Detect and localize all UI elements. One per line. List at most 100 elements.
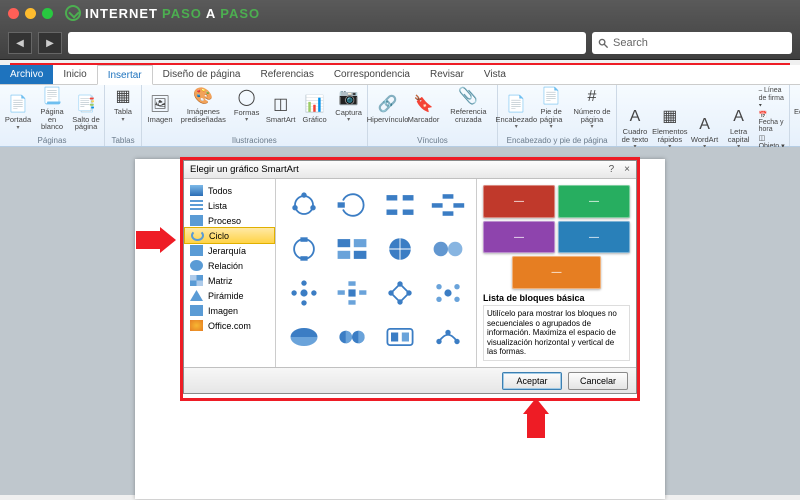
office-icon — [190, 320, 203, 331]
btn-letra-capital[interactable]: ALetra capital▾ — [725, 107, 753, 150]
layout-thumb[interactable] — [378, 273, 422, 313]
cat-ciclo[interactable]: Ciclo — [184, 227, 275, 244]
cat-proceso[interactable]: Proceso — [184, 213, 275, 228]
document-area: Elegir un gráfico SmartArt ? × Todos Lis… — [0, 147, 800, 495]
layout-thumb[interactable] — [282, 229, 326, 269]
group-label: Ilustraciones — [232, 135, 277, 145]
cat-piramide[interactable]: Pirámide — [184, 288, 275, 303]
layout-thumb[interactable] — [330, 229, 374, 269]
layout-thumb[interactable] — [330, 317, 374, 357]
traffic-light-close[interactable] — [8, 8, 19, 19]
layout-thumb[interactable] — [330, 273, 374, 313]
btn-cuadro-texto[interactable]: ACuadro de texto▾ — [621, 107, 649, 150]
group-paginas: 📄Portada▾ 📃Página en blanco 📑Salto de pá… — [0, 85, 105, 146]
btn-linea-firma[interactable]: ⎯ Línea de firma ▾ — [759, 87, 785, 110]
accept-button[interactable]: Aceptar — [502, 372, 562, 390]
preview-block: — — [558, 221, 630, 254]
preview-block: — — [483, 221, 555, 254]
btn-tabla[interactable]: ▦Tabla▾ — [109, 87, 137, 123]
cat-relacion[interactable]: Relación — [184, 258, 275, 273]
btn-pagina-blanco[interactable]: 📃Página en blanco — [38, 87, 66, 131]
layout-thumb[interactable] — [426, 273, 470, 313]
preview-graphic: — — — — — — [483, 185, 630, 289]
tab-vista[interactable]: Vista — [474, 65, 516, 84]
preview-block: — — [512, 256, 600, 289]
cat-lista[interactable]: Lista — [184, 198, 275, 213]
btn-grafico[interactable]: 📊Gráfico — [301, 95, 329, 124]
shapes-icon: ◯ — [237, 88, 257, 108]
annotation-arrow-left — [136, 227, 176, 253]
bookmark-icon: 🔖 — [414, 95, 434, 115]
hierarchy-icon — [190, 245, 203, 256]
btn-imagenes-pre[interactable]: 🎨Imágenes prediseñadas — [180, 87, 227, 123]
layout-thumb[interactable] — [330, 185, 374, 225]
btn-smartart[interactable]: ◫SmartArt — [267, 95, 295, 124]
picture-icon — [190, 305, 203, 316]
layout-thumb[interactable] — [426, 185, 470, 225]
search-placeholder: Search — [613, 37, 648, 49]
tab-diseno[interactable]: Diseño de página — [153, 65, 251, 84]
smartart-icon: ◫ — [271, 95, 291, 115]
layout-thumb[interactable] — [378, 229, 422, 269]
cat-office[interactable]: Office.com — [184, 318, 275, 333]
tab-inicio[interactable]: Inicio — [53, 65, 96, 84]
layout-thumb[interactable] — [378, 185, 422, 225]
layout-thumb[interactable] — [282, 317, 326, 357]
logo-icon — [65, 5, 81, 21]
btn-pie[interactable]: 📄Pie de página▾ — [536, 87, 566, 130]
cancel-button[interactable]: Cancelar — [568, 372, 628, 390]
btn-ref-cruzada[interactable]: 📎Referencia cruzada — [444, 87, 494, 123]
btn-captura[interactable]: 📷Captura▾ — [335, 88, 363, 124]
layout-thumb[interactable] — [282, 273, 326, 313]
group-texto: ACuadro de texto▾ ▦Elementos rápidos▾ AW… — [617, 85, 790, 146]
page-break-icon: 📑 — [76, 95, 96, 115]
file-tab[interactable]: Archivo — [0, 65, 53, 84]
btn-fecha-hora[interactable]: 📅 Fecha y hora — [759, 111, 785, 133]
btn-imagen[interactable]: 🖼Imagen — [146, 95, 174, 124]
smartart-dialog: Elegir un gráfico SmartArt ? × Todos Lis… — [183, 160, 637, 394]
cover-page-icon: 📄 — [8, 95, 28, 115]
ribbon: Archivo Inicio Insertar Diseño de página… — [0, 65, 800, 147]
layout-thumb[interactable] — [378, 317, 422, 357]
btn-hipervinculo[interactable]: 🔗Hipervínculo — [372, 95, 404, 124]
tab-referencias[interactable]: Referencias — [250, 65, 323, 84]
cat-imagen[interactable]: Imagen — [184, 303, 275, 318]
layout-thumb[interactable] — [282, 185, 326, 225]
nav-forward-button[interactable]: ▶ — [38, 32, 62, 54]
dialog-close-button[interactable]: × — [624, 164, 630, 175]
crossref-icon: 📎 — [458, 87, 478, 107]
ribbon-groups: 📄Portada▾ 📃Página en blanco 📑Salto de pá… — [0, 85, 800, 147]
layout-thumb[interactable] — [426, 317, 470, 357]
search-icon — [598, 38, 609, 49]
dialog-help-button[interactable]: ? — [609, 164, 615, 175]
btn-portada[interactable]: 📄Portada▾ — [4, 95, 32, 131]
layout-thumb[interactable] — [426, 229, 470, 269]
btn-marcador[interactable]: 🔖Marcador — [410, 95, 438, 124]
traffic-light-min[interactable] — [25, 8, 36, 19]
preview-block: — — [558, 185, 630, 218]
btn-formas[interactable]: ◯Formas▾ — [233, 88, 261, 124]
tab-insertar[interactable]: Insertar — [97, 65, 153, 85]
btn-ecuacion[interactable]: πEcuación▾ — [794, 87, 800, 123]
btn-encabezado[interactable]: 📄Encabezado▾ — [502, 95, 530, 131]
address-bar[interactable] — [68, 32, 586, 54]
btn-numero[interactable]: #Número de página▾ — [572, 87, 612, 130]
tab-correspondencia[interactable]: Correspondencia — [324, 65, 420, 84]
btn-salto-pagina[interactable]: 📑Salto de página — [72, 95, 100, 131]
cat-matriz[interactable]: Matriz — [184, 273, 275, 288]
tab-revisar[interactable]: Revisar — [420, 65, 474, 84]
search-box[interactable]: Search — [592, 32, 792, 54]
btn-elementos[interactable]: ▦Elementos rápidos▾ — [655, 107, 685, 150]
nav-back-button[interactable]: ◀ — [8, 32, 32, 54]
chart-icon: 📊 — [305, 95, 325, 115]
footer-icon: 📄 — [541, 87, 561, 107]
cat-jerarquia[interactable]: Jerarquía — [184, 243, 275, 258]
table-icon: ▦ — [113, 87, 133, 107]
cat-todos[interactable]: Todos — [184, 183, 275, 198]
category-list: Todos Lista Proceso Ciclo Jerarquía Rela… — [184, 179, 276, 367]
dialog-title: Elegir un gráfico SmartArt — [190, 164, 299, 175]
btn-wordart[interactable]: AWordArt▾ — [691, 115, 719, 151]
preview-description: Utilícelo para mostrar los bloques no se… — [483, 305, 630, 361]
traffic-light-max[interactable] — [42, 8, 53, 19]
logo-text-d: PASO — [220, 6, 260, 21]
